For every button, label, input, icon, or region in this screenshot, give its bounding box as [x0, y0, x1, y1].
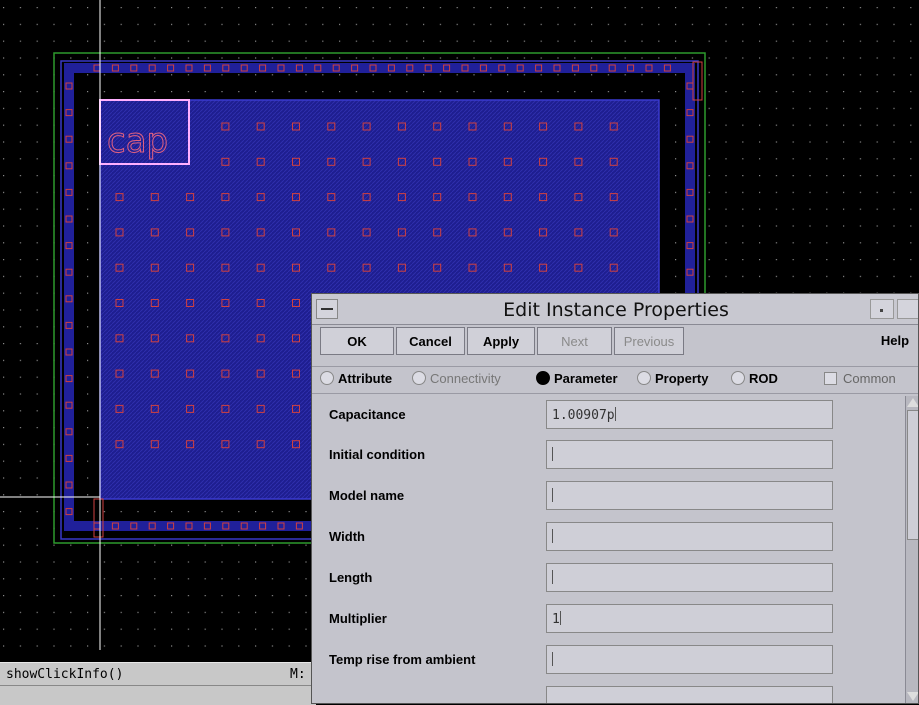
guard-ring-top [64, 63, 695, 73]
text-caret [559, 611, 561, 625]
param-row-temp-rise: Temp rise from ambient [312, 641, 905, 681]
dialog-title: Edit Instance Properties [503, 299, 729, 321]
radio-connectivity[interactable]: Connectivity [412, 371, 501, 386]
previous-button[interactable]: Previous [614, 327, 684, 355]
multiplier-field[interactable]: 1 [546, 604, 833, 633]
form-scrollbar[interactable] [905, 396, 918, 703]
mouse-label: M: [290, 667, 306, 682]
param-row-partial [312, 682, 905, 703]
status-separator [0, 685, 316, 686]
radio-attribute[interactable]: Attribute [320, 371, 392, 386]
next-field-partial[interactable] [546, 686, 833, 703]
param-row-model-name: Model name [312, 477, 905, 517]
model-name-field[interactable] [546, 481, 833, 510]
status-bar: showClickInfo() M: [0, 662, 316, 705]
initial-condition-field[interactable] [546, 440, 833, 469]
param-row-multiplier: Multiplier 1 [312, 600, 905, 640]
radio-attribute-dot [320, 371, 334, 385]
radio-property[interactable]: Property [637, 371, 708, 386]
scroll-thumb[interactable] [907, 410, 918, 540]
radio-parameter[interactable]: Parameter [536, 371, 618, 386]
maximize-button[interactable] [897, 299, 918, 319]
param-label: Length [329, 570, 373, 585]
scroll-up-arrow-icon[interactable] [907, 398, 918, 407]
param-label: Temp rise from ambient [329, 652, 476, 667]
radio-connectivity-label: Connectivity [430, 371, 501, 386]
radio-connectivity-dot [412, 371, 426, 385]
next-button[interactable]: Next [537, 327, 612, 355]
minimize-button[interactable] [870, 299, 894, 319]
text-caret [552, 570, 553, 584]
param-label: Model name [329, 488, 405, 503]
text-caret [552, 488, 553, 502]
ok-button[interactable]: OK [320, 327, 394, 355]
radio-rod-label: ROD [749, 371, 778, 386]
text-caret [552, 447, 553, 461]
param-row-capacitance: Capacitance 1.00907p [312, 396, 905, 436]
instance-label: cap [107, 121, 168, 161]
dialog-titlebar[interactable]: Edit Instance Properties [312, 294, 918, 325]
param-label: Multiplier [329, 611, 387, 626]
minimize-icon [880, 309, 883, 312]
command-echo: showClickInfo() [6, 667, 124, 682]
text-caret [552, 652, 553, 666]
radio-parameter-label: Parameter [554, 371, 618, 386]
common-checkbox-box [824, 372, 837, 385]
param-row-width: Width [312, 518, 905, 558]
param-row-length: Length [312, 559, 905, 599]
text-caret [552, 529, 553, 543]
radio-property-label: Property [655, 371, 709, 386]
parameter-form: Capacitance 1.00907p Initial condition M… [312, 396, 905, 703]
help-button[interactable]: Help [870, 327, 918, 355]
field-value: 1 [552, 612, 560, 627]
temp-rise-field[interactable] [546, 645, 833, 674]
capacitance-field[interactable]: 1.00907p [546, 400, 833, 429]
common-checkbox-label: Common [843, 371, 896, 386]
length-field[interactable] [546, 563, 833, 592]
common-checkbox[interactable]: Common [824, 371, 896, 386]
radio-attribute-label: Attribute [338, 371, 393, 386]
edit-instance-properties-dialog[interactable]: Edit Instance Properties OK Cancel Apply… [311, 293, 919, 704]
text-caret [614, 407, 616, 421]
scroll-down-arrow-icon[interactable] [907, 692, 918, 701]
apply-button[interactable]: Apply [467, 327, 535, 355]
radio-rod-dot [731, 371, 745, 385]
param-label: Capacitance [329, 407, 406, 422]
param-label: Width [329, 529, 365, 544]
param-label: Initial condition [329, 447, 426, 462]
radio-rod[interactable]: ROD [731, 371, 778, 386]
field-value: 1.00907p [552, 408, 615, 423]
cancel-button[interactable]: Cancel [396, 327, 465, 355]
property-type-selector: Attribute Connectivity Parameter Propert… [312, 366, 918, 394]
radio-parameter-dot [536, 371, 550, 385]
param-row-initial-condition: Initial condition [312, 436, 905, 476]
radio-property-dot [637, 371, 651, 385]
width-field[interactable] [546, 522, 833, 551]
dialog-button-row: OK Cancel Apply Next Previous Help [312, 327, 918, 359]
